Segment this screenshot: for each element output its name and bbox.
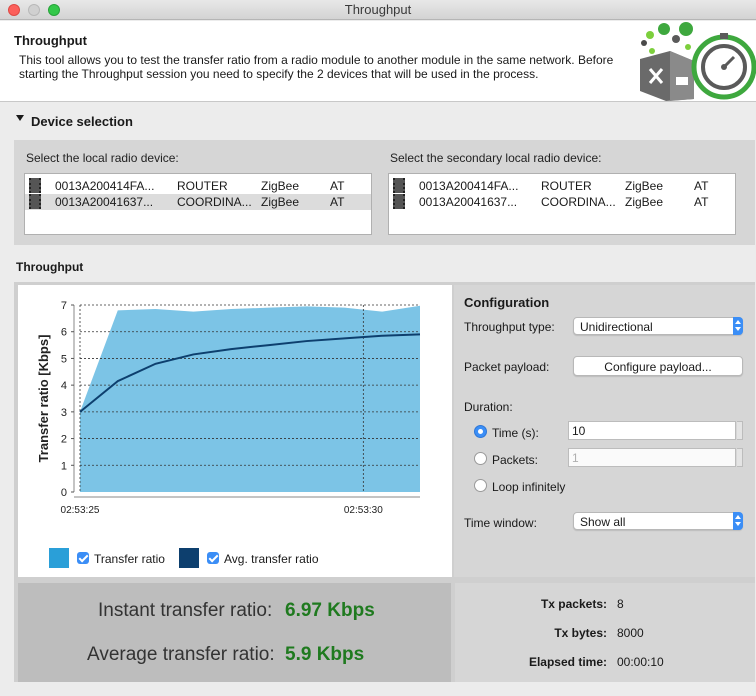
x-tick-label: 02:53:25 (61, 505, 100, 516)
transfer-ratio-chart: 0 1 2 3 4 5 6 7 02:53:25 02:53:30 Transfer ratio [… (36, 300, 421, 516)
legend-swatch-avg-transfer-ratio (179, 548, 199, 568)
y-tick-label: 7 (61, 300, 67, 312)
y-tick-label: 2 (61, 434, 67, 446)
device-selection-title[interactable]: Device selection (31, 114, 133, 129)
window-titlebar: Throughput (0, 0, 756, 20)
time-window-label: Time window: (464, 516, 537, 530)
legend-label-transfer-ratio: Transfer ratio (94, 552, 165, 566)
packets-field[interactable]: 1 (568, 448, 736, 467)
transfer-ratio-stats: Instant transfer ratio: 6.97 Kbps Averag… (18, 583, 451, 682)
throughput-section-title: Throughput (16, 260, 84, 274)
packets-radio[interactable] (474, 452, 487, 465)
radio-module-icon (393, 178, 405, 193)
time-radio[interactable] (474, 425, 487, 438)
packets-stepper[interactable] (737, 448, 743, 467)
legend-label-avg-transfer-ratio: Avg. transfer ratio (224, 552, 319, 566)
time-field[interactable]: 10 (568, 421, 736, 440)
y-tick-label: 0 (61, 487, 67, 499)
header-description: This tool allows you to test the transfe… (19, 53, 614, 81)
chevron-updown-icon (733, 512, 743, 530)
average-ratio-label: Average transfer ratio: (87, 644, 275, 665)
elapsed-time-value: 00:00:10 (617, 655, 664, 669)
tx-bytes-label: Tx bytes: (554, 626, 607, 640)
radio-module-icon (29, 178, 41, 193)
time-label: Time (s): (492, 426, 539, 440)
chart-container: 0 1 2 3 4 5 6 7 02:53:25 02:53:30 Transfer ratio [… (18, 285, 452, 577)
y-axis-label: Transfer ratio [Kbps] (36, 335, 51, 463)
packet-payload-label: Packet payload: (464, 360, 550, 374)
throughput-type-label: Throughput type: (464, 320, 555, 334)
average-ratio-value: 5.9 Kbps (285, 644, 365, 665)
radio-module-icon (393, 194, 405, 209)
list-item[interactable]: 0013A20041637... COORDINA... ZigBee AT (25, 194, 371, 210)
loop-infinitely-label: Loop infinitely (492, 480, 566, 494)
secondary-device-label: Select the secondary local radio device: (390, 151, 602, 165)
list-item[interactable]: 0013A20041637... COORDINA... ZigBee AT (389, 194, 735, 210)
y-tick-label: 3 (61, 407, 67, 419)
tx-bytes-value: 8000 (617, 626, 644, 640)
throughput-type-select[interactable]: Unidirectional (573, 317, 743, 335)
list-item[interactable]: 0013A200414FA... ROUTER ZigBee AT (25, 178, 371, 194)
duration-label: Duration: (464, 400, 513, 414)
transfer-ratio-area (80, 305, 420, 492)
chevron-updown-icon (733, 317, 743, 335)
list-item[interactable]: 0013A200414FA... ROUTER ZigBee AT (389, 178, 735, 194)
radio-module-icon (29, 194, 41, 209)
time-window-select[interactable]: Show all (573, 512, 743, 530)
avg-transfer-ratio-checkbox[interactable] (207, 552, 219, 564)
local-device-list[interactable]: 0013A200414FA... ROUTER ZigBee AT 0013A2… (24, 173, 372, 235)
y-tick-label: 5 (61, 353, 67, 365)
configuration-panel: Configuration Throughput type: Unidirect… (454, 285, 755, 577)
y-tick-label: 4 (61, 380, 67, 392)
tx-packets-label: Tx packets: (540, 597, 607, 611)
configuration-title: Configuration (464, 295, 550, 310)
tool-header: Throughput This tool allows you to test … (0, 21, 756, 102)
loop-infinitely-radio[interactable] (474, 479, 487, 492)
time-stepper[interactable] (737, 421, 743, 440)
y-tick-label: 6 (61, 327, 67, 339)
local-device-label: Select the local radio device: (26, 151, 179, 165)
elapsed-time-label: Elapsed time: (528, 655, 607, 669)
throughput-logo-icon (640, 22, 756, 101)
collapse-triangle-icon[interactable] (16, 115, 24, 121)
y-tick-label: 1 (61, 460, 67, 472)
window-title: Throughput (344, 2, 412, 17)
configure-payload-button[interactable]: Configure payload... (573, 356, 743, 376)
instant-ratio-label: Instant transfer ratio: (98, 600, 273, 621)
x-tick-label: 02:53:30 (344, 505, 383, 516)
secondary-device-list[interactable]: 0013A200414FA... ROUTER ZigBee AT 0013A2… (388, 173, 736, 235)
packets-label: Packets: (492, 453, 539, 467)
legend-swatch-transfer-ratio (49, 548, 69, 568)
transfer-ratio-checkbox[interactable] (77, 552, 89, 564)
header-title: Throughput (14, 33, 87, 48)
instant-ratio-value: 6.97 Kbps (285, 600, 375, 621)
tx-stats: Tx packets: 8 Tx bytes: 8000 Elapsed tim… (455, 583, 755, 682)
tx-packets-value: 8 (617, 597, 624, 611)
